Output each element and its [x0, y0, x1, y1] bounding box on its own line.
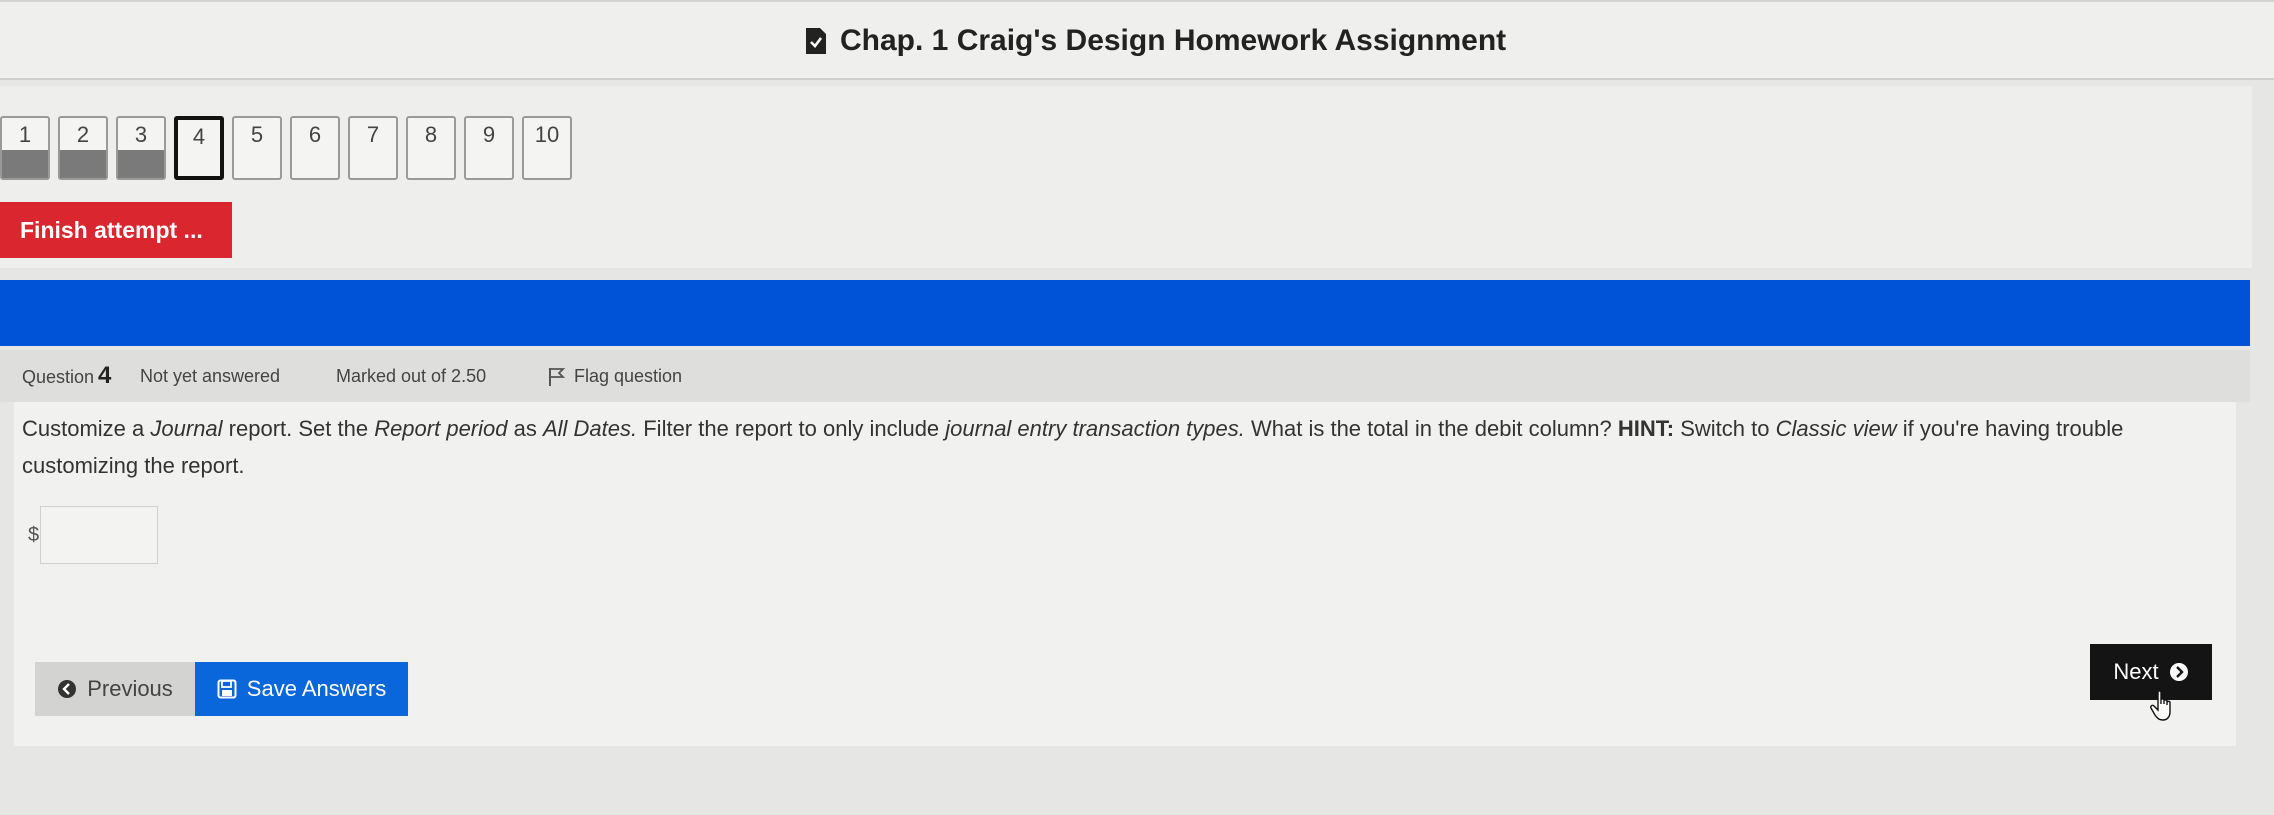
- currency-symbol: $: [28, 524, 40, 546]
- quiz-nav-button-3[interactable]: 3: [116, 116, 166, 180]
- previous-label: Previous: [87, 676, 173, 701]
- question-status: Not yet answered: [140, 366, 281, 386]
- question-header-bar: [0, 280, 2250, 346]
- quiz-nav-button-9[interactable]: 9: [464, 116, 514, 180]
- answer-input[interactable]: [40, 506, 158, 564]
- question-number-value: 4: [98, 362, 112, 389]
- quiz-navigation: 1 2 3 4 5 6 7 8 9 10: [0, 116, 580, 180]
- quiz-nav-button-7[interactable]: 7: [348, 116, 398, 180]
- question-number: Question 4: [22, 362, 112, 389]
- flag-question-link[interactable]: Flag question: [548, 366, 682, 387]
- quiz-nav-button-10[interactable]: 10: [522, 116, 572, 180]
- document-check-icon: [806, 28, 826, 54]
- quiz-nav-button-4[interactable]: 4: [174, 116, 224, 180]
- save-icon: [217, 679, 237, 699]
- finish-attempt-button[interactable]: Finish attempt ...: [0, 202, 232, 258]
- quiz-nav-button-2[interactable]: 2: [58, 116, 108, 180]
- page-title: Chap. 1 Craig's Design Homework Assignme…: [806, 24, 1506, 58]
- quiz-nav-button-6[interactable]: 6: [290, 116, 340, 180]
- save-answers-label: Save Answers: [246, 676, 387, 701]
- previous-button[interactable]: Previous: [35, 662, 195, 716]
- quiz-nav-button-8[interactable]: 8: [406, 116, 456, 180]
- page-header: Chap. 1 Craig's Design Homework Assignme…: [0, 0, 2274, 80]
- quiz-nav-button-5[interactable]: 5: [232, 116, 282, 180]
- question-text: Customize a Journal report. Set the Repo…: [22, 416, 2124, 478]
- flag-icon: [549, 367, 566, 386]
- flag-question-label: Flag question: [574, 366, 683, 386]
- save-answers-button[interactable]: Save Answers: [195, 662, 408, 716]
- chevron-left-circle-icon: [58, 680, 77, 698]
- question-marks: Marked out of 2.50: [336, 366, 487, 386]
- quiz-nav-button-1[interactable]: 1: [0, 116, 50, 180]
- hand-pointer-cursor-icon: [2150, 690, 2171, 721]
- assignment-title: Chap. 1 Craig's Design Homework Assignme…: [840, 24, 1507, 57]
- chevron-right-circle-icon: [2169, 663, 2188, 681]
- next-label: Next: [2113, 659, 2159, 684]
